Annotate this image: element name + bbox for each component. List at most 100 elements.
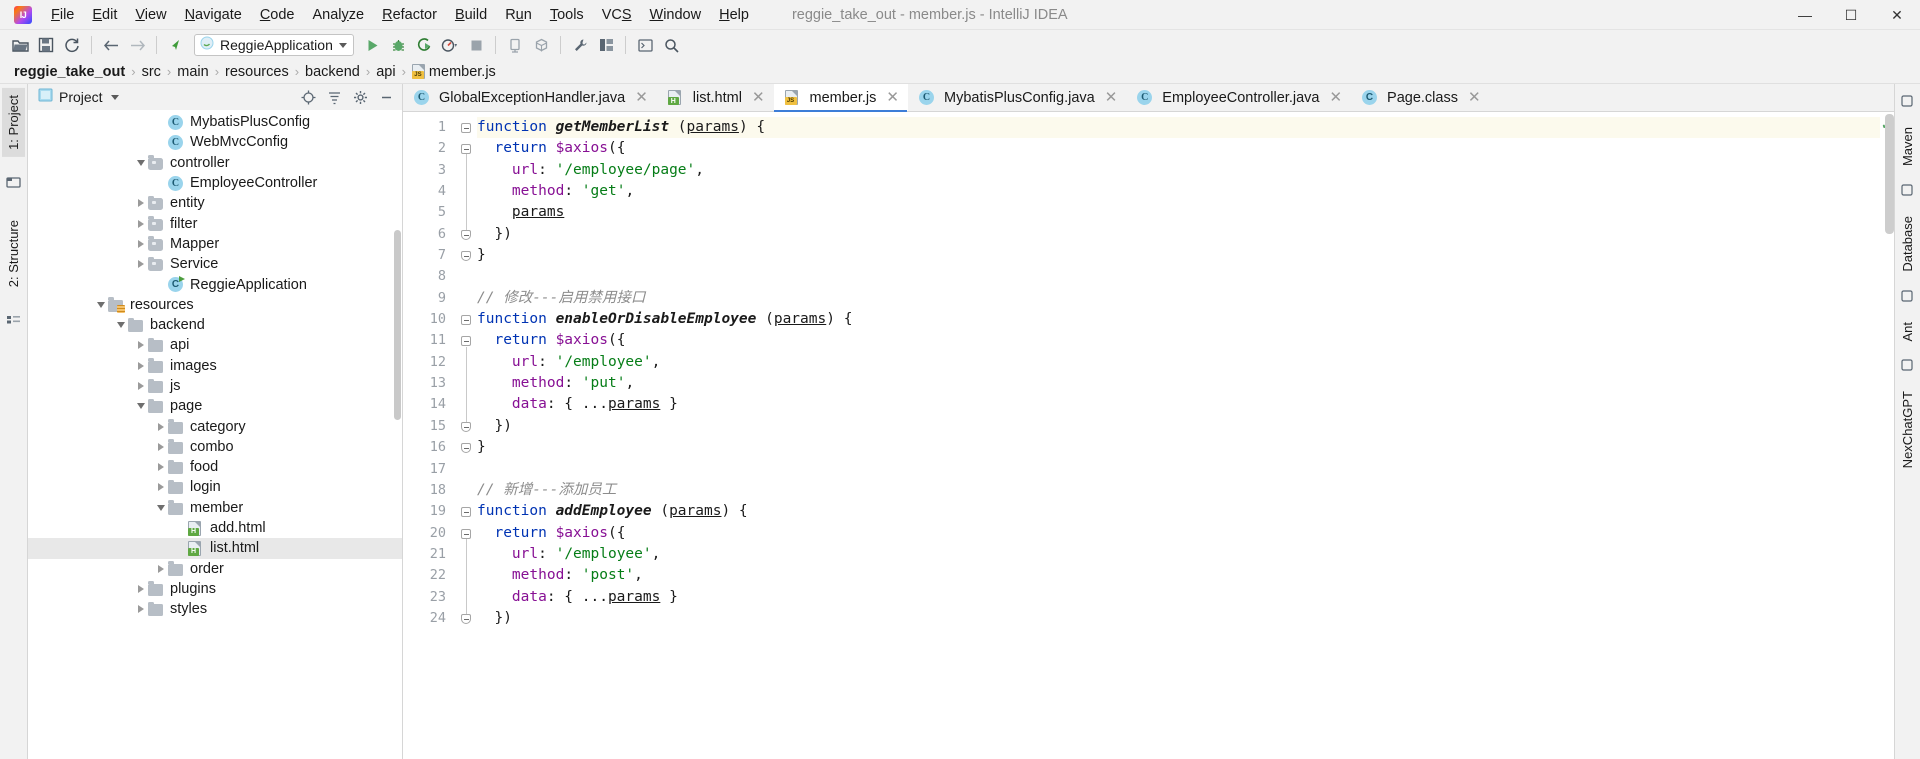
- fold-toggle[interactable]: [455, 117, 477, 138]
- menu-edit[interactable]: Edit: [83, 3, 126, 27]
- tree-item-combo[interactable]: combo: [28, 437, 402, 457]
- tree-item-webmvcconfig[interactable]: C WebMvcConfig: [28, 132, 402, 152]
- expand-arrow-icon[interactable]: [134, 257, 148, 271]
- tree-item-add-html[interactable]: add.html: [28, 518, 402, 538]
- tree-item-food[interactable]: food: [28, 457, 402, 477]
- tree-item-images[interactable]: images: [28, 356, 402, 376]
- profiler-icon[interactable]: [438, 33, 462, 57]
- close-tab-icon[interactable]: ✕: [886, 90, 899, 105]
- expand-arrow-icon[interactable]: [134, 359, 148, 373]
- expand-arrow-icon[interactable]: [154, 562, 168, 576]
- breadcrumb-item-backend[interactable]: backend: [305, 64, 360, 80]
- close-tab-icon[interactable]: ✕: [1468, 90, 1481, 105]
- back-arrow-icon[interactable]: [99, 33, 123, 57]
- menu-run[interactable]: Run: [496, 3, 541, 27]
- menu-view[interactable]: View: [126, 3, 175, 27]
- menu-vcs[interactable]: VCS: [593, 3, 641, 27]
- tree-item-entity[interactable]: entity: [28, 193, 402, 213]
- close-tab-icon[interactable]: ✕: [752, 90, 765, 105]
- breadcrumb-item-resources[interactable]: resources: [225, 64, 289, 80]
- tree-item-page[interactable]: page: [28, 396, 402, 416]
- tree-item-login[interactable]: login: [28, 477, 402, 497]
- fold-end-icon[interactable]: [461, 421, 471, 432]
- scroll-from-source-icon[interactable]: [298, 87, 318, 107]
- collapse-arrow-icon[interactable]: [134, 156, 148, 170]
- tree-item-mybatisplusconfig[interactable]: C MybatisPlusConfig: [28, 112, 402, 132]
- collapse-all-icon[interactable]: [324, 87, 344, 107]
- favorites-star-icon[interactable]: [5, 175, 22, 191]
- breadcrumb-item-src[interactable]: src: [142, 64, 161, 80]
- menu-tools[interactable]: Tools: [541, 3, 593, 27]
- sdk-package-icon[interactable]: [529, 33, 553, 57]
- chevron-down-icon[interactable]: [110, 94, 119, 100]
- expand-arrow-icon[interactable]: [134, 602, 148, 616]
- stop-square-icon[interactable]: [464, 33, 488, 57]
- fold-end-icon[interactable]: [461, 251, 471, 262]
- wrench-settings-icon[interactable]: [568, 33, 592, 57]
- code-editor[interactable]: 1 2 3 4 5 6 7 8 9 10 11 12 13 14 15 16 17 18 19 20 21 22 23 24 …: [403, 112, 1894, 759]
- expand-arrow-icon[interactable]: [154, 480, 168, 494]
- fold-collapse-icon[interactable]: [461, 315, 471, 326]
- expand-arrow-icon[interactable]: [154, 460, 168, 474]
- search-magnifier-icon[interactable]: [659, 33, 683, 57]
- editor-tab-mybatisplusconfig-java[interactable]: C MybatisPlusConfig.java ✕: [908, 84, 1126, 111]
- maven-icon[interactable]: [1900, 94, 1916, 110]
- expand-arrow-icon[interactable]: [134, 237, 148, 251]
- fold-collapse-icon[interactable]: [461, 336, 471, 347]
- tool-window-tab-ant[interactable]: Ant: [1896, 315, 1919, 349]
- expand-arrow-icon[interactable]: [134, 379, 148, 393]
- code-folding-gutter[interactable]: [455, 112, 477, 759]
- menu-refactor[interactable]: Refactor: [373, 3, 446, 27]
- minimize-button[interactable]: —: [1782, 0, 1828, 30]
- fold-end-icon[interactable]: [461, 229, 471, 240]
- fold-collapse-icon[interactable]: [461, 507, 471, 518]
- close-tab-icon[interactable]: ✕: [635, 90, 648, 105]
- tree-item-controller[interactable]: controller: [28, 153, 402, 173]
- collapse-arrow-icon[interactable]: [134, 399, 148, 413]
- run-configuration-selector[interactable]: ReggieApplication: [194, 34, 354, 56]
- breadcrumb-item-api[interactable]: api: [376, 64, 395, 80]
- tree-item-reggieapplication[interactable]: C ReggieApplication: [28, 274, 402, 294]
- editor-tab-globalexceptionhandler-java[interactable]: C GlobalExceptionHandler.java ✕: [403, 84, 657, 111]
- debug-bug-icon[interactable]: [386, 33, 410, 57]
- tool-window-tab-nexchatgpt[interactable]: NexChatGPT: [1896, 384, 1919, 475]
- menu-window[interactable]: Window: [641, 3, 711, 27]
- tree-item-employeecontroller[interactable]: C EmployeeController: [28, 173, 402, 193]
- sidebar-tab-project[interactable]: 1: Project: [2, 88, 25, 157]
- collapse-arrow-icon[interactable]: [94, 298, 108, 312]
- menu-build[interactable]: Build: [446, 3, 496, 27]
- fold-collapse-icon[interactable]: [461, 144, 471, 155]
- tree-item-category[interactable]: category: [28, 416, 402, 436]
- fold-collapse-icon[interactable]: [461, 123, 471, 133]
- project-structure-icon[interactable]: [594, 33, 618, 57]
- terminal-icon[interactable]: [633, 33, 657, 57]
- tree-item-plugins[interactable]: plugins: [28, 579, 402, 599]
- close-button[interactable]: ✕: [1874, 0, 1920, 30]
- expand-arrow-icon[interactable]: [154, 420, 168, 434]
- code-content[interactable]: function getMemberList (params) { return…: [477, 112, 1880, 759]
- cursor-arrow-icon[interactable]: [164, 33, 188, 57]
- close-tab-icon[interactable]: ✕: [1105, 90, 1118, 105]
- breadcrumb-item-reggie-take-out[interactable]: reggie_take_out: [14, 64, 125, 80]
- database-icon[interactable]: [1900, 183, 1916, 199]
- tree-item-list-html[interactable]: list.html: [28, 538, 402, 559]
- editor-right-gutter[interactable]: ✓: [1880, 112, 1894, 759]
- hide-panel-icon[interactable]: [376, 87, 396, 107]
- menu-analyze[interactable]: Analyze: [304, 3, 374, 27]
- gear-icon[interactable]: [350, 87, 370, 107]
- save-disk-icon[interactable]: [34, 33, 58, 57]
- editor-tab-page-class[interactable]: C Page.class ✕: [1351, 84, 1490, 111]
- device-manager-icon[interactable]: [503, 33, 527, 57]
- editor-tab-member-js[interactable]: member.js ✕: [773, 84, 908, 112]
- menu-navigate[interactable]: Navigate: [176, 3, 251, 27]
- fold-end-icon[interactable]: [461, 443, 471, 454]
- maximize-button[interactable]: ☐: [1828, 0, 1874, 30]
- menu-file[interactable]: File: [42, 3, 83, 27]
- editor-vertical-scrollbar[interactable]: [1885, 114, 1894, 234]
- expand-arrow-icon[interactable]: [154, 440, 168, 454]
- run-with-coverage-icon[interactable]: [412, 33, 436, 57]
- open-folder-icon[interactable]: [8, 33, 32, 57]
- collapse-arrow-icon[interactable]: [154, 501, 168, 515]
- ant-icon[interactable]: [1900, 289, 1916, 305]
- expand-arrow-icon[interactable]: [134, 217, 148, 231]
